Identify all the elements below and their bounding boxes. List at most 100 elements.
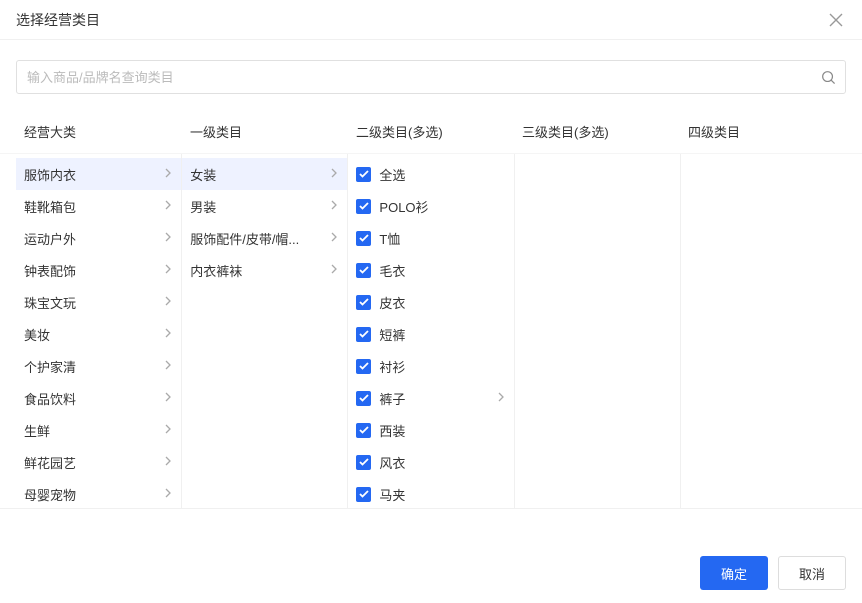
search-box [16, 60, 846, 94]
chevron-right-icon [165, 487, 171, 501]
chevron-right-icon [165, 263, 171, 277]
category-item-label: 衬衫 [379, 357, 503, 376]
category-item-label: 食品饮料 [24, 389, 161, 408]
category-item[interactable]: 生鲜 [16, 414, 181, 446]
cancel-button[interactable]: 取消 [778, 556, 846, 590]
category-item[interactable]: 鞋靴箱包 [16, 190, 181, 222]
col-header-1: 经营大类 [16, 122, 182, 141]
chevron-right-icon [165, 295, 171, 309]
checkbox-checked-icon[interactable] [356, 167, 371, 182]
category-item[interactable]: 个护家清 [16, 350, 181, 382]
chevron-right-icon [498, 391, 504, 405]
chevron-right-icon [331, 263, 337, 277]
category-item-label: 皮衣 [379, 293, 503, 312]
col-header-4: 三级类目(多选) [514, 122, 680, 141]
category-item-label: 毛衣 [379, 261, 503, 280]
category-item[interactable]: 短裤 [348, 318, 513, 350]
column-level-4 [681, 154, 846, 508]
category-item[interactable]: 运动户外 [16, 222, 181, 254]
category-item[interactable]: 马夹 [348, 478, 513, 508]
chevron-right-icon [165, 199, 171, 213]
confirm-button[interactable]: 确定 [700, 556, 768, 590]
column-level-3 [515, 154, 681, 508]
category-item[interactable]: 鲜花园艺 [16, 446, 181, 478]
category-item-label: POLO衫 [379, 197, 503, 216]
category-item[interactable]: T恤 [348, 222, 513, 254]
category-item-label: T恤 [379, 229, 503, 248]
category-item[interactable]: 女装 [182, 158, 347, 190]
chevron-right-icon [331, 231, 337, 245]
category-item-label: 全选 [379, 165, 503, 184]
category-item-label: 西装 [379, 421, 503, 440]
chevron-right-icon [331, 167, 337, 181]
category-item[interactable]: 钟表配饰 [16, 254, 181, 286]
col-header-2: 一级类目 [182, 122, 348, 141]
checkbox-checked-icon[interactable] [356, 487, 371, 502]
category-item[interactable]: 服饰配件/皮带/帽... [182, 222, 347, 254]
checkbox-checked-icon[interactable] [356, 423, 371, 438]
category-item-label: 马夹 [379, 485, 503, 504]
category-item[interactable]: 男装 [182, 190, 347, 222]
checkbox-checked-icon[interactable] [356, 391, 371, 406]
checkbox-checked-icon[interactable] [356, 455, 371, 470]
category-item[interactable]: 珠宝文玩 [16, 286, 181, 318]
category-item[interactable]: 服饰内衣 [16, 158, 181, 190]
columns-header: 经营大类 一级类目 二级类目(多选) 三级类目(多选) 四级类目 [0, 110, 862, 154]
category-item[interactable]: 皮衣 [348, 286, 513, 318]
chevron-right-icon [331, 199, 337, 213]
category-item[interactable]: 内衣裤袜 [182, 254, 347, 286]
category-item[interactable]: 全选 [348, 158, 513, 190]
category-item-label: 男装 [190, 197, 327, 216]
search-input[interactable] [17, 70, 811, 85]
category-item[interactable]: POLO衫 [348, 190, 513, 222]
category-item-label: 钟表配饰 [24, 261, 161, 280]
category-item-label: 裤子 [379, 389, 493, 408]
category-item[interactable]: 风衣 [348, 446, 513, 478]
checkbox-checked-icon[interactable] [356, 327, 371, 342]
checkbox-checked-icon[interactable] [356, 295, 371, 310]
category-item-label: 鞋靴箱包 [24, 197, 161, 216]
column-level-1: 女装男装服饰配件/皮带/帽... 内衣裤袜 [182, 154, 348, 508]
column-main-category: 服饰内衣鞋靴箱包运动户外钟表配饰珠宝文玩美妆个护家清食品饮料生鲜鲜花园艺母婴宠物 [16, 154, 182, 508]
col-header-3: 二级类目(多选) [348, 122, 514, 141]
category-item[interactable]: 毛衣 [348, 254, 513, 286]
close-icon[interactable] [826, 10, 846, 30]
category-item[interactable]: 美妆 [16, 318, 181, 350]
chevron-right-icon [165, 359, 171, 373]
category-item-label: 女装 [190, 165, 327, 184]
category-item-label: 内衣裤袜 [190, 261, 327, 280]
column-level-2: 全选 POLO衫 T恤毛衣皮衣短裤衬衫裤子西装风衣马夹 [348, 154, 514, 508]
checkbox-checked-icon[interactable] [356, 231, 371, 246]
col-header-5: 四级类目 [680, 122, 846, 141]
category-item-label: 风衣 [379, 453, 503, 472]
category-item-label: 生鲜 [24, 421, 161, 440]
category-item-label: 母婴宠物 [24, 485, 161, 504]
dialog-footer: 确定 取消 [0, 543, 862, 603]
search-icon[interactable] [811, 70, 845, 85]
chevron-right-icon [165, 423, 171, 437]
category-item[interactable]: 食品饮料 [16, 382, 181, 414]
category-item[interactable]: 西装 [348, 414, 513, 446]
checkbox-checked-icon[interactable] [356, 263, 371, 278]
chevron-right-icon [165, 167, 171, 181]
dialog-title: 选择经营类目 [16, 10, 100, 30]
category-item[interactable]: 裤子 [348, 382, 513, 414]
search-section [0, 40, 862, 110]
dialog-header: 选择经营类目 [0, 0, 862, 40]
checkbox-checked-icon[interactable] [356, 359, 371, 374]
category-item-label: 鲜花园艺 [24, 453, 161, 472]
category-item[interactable]: 衬衫 [348, 350, 513, 382]
category-item[interactable]: 母婴宠物 [16, 478, 181, 508]
category-item-label: 美妆 [24, 325, 161, 344]
checkbox-checked-icon[interactable] [356, 199, 371, 214]
columns-body: 服饰内衣鞋靴箱包运动户外钟表配饰珠宝文玩美妆个护家清食品饮料生鲜鲜花园艺母婴宠物… [0, 154, 862, 509]
category-item-label: 短裤 [379, 325, 503, 344]
category-item-label: 服饰配件/皮带/帽... [190, 229, 327, 248]
category-item-label: 珠宝文玩 [24, 293, 161, 312]
category-item-label: 运动户外 [24, 229, 161, 248]
category-item-label: 个护家清 [24, 357, 161, 376]
chevron-right-icon [165, 231, 171, 245]
chevron-right-icon [165, 455, 171, 469]
chevron-right-icon [165, 327, 171, 341]
chevron-right-icon [165, 391, 171, 405]
